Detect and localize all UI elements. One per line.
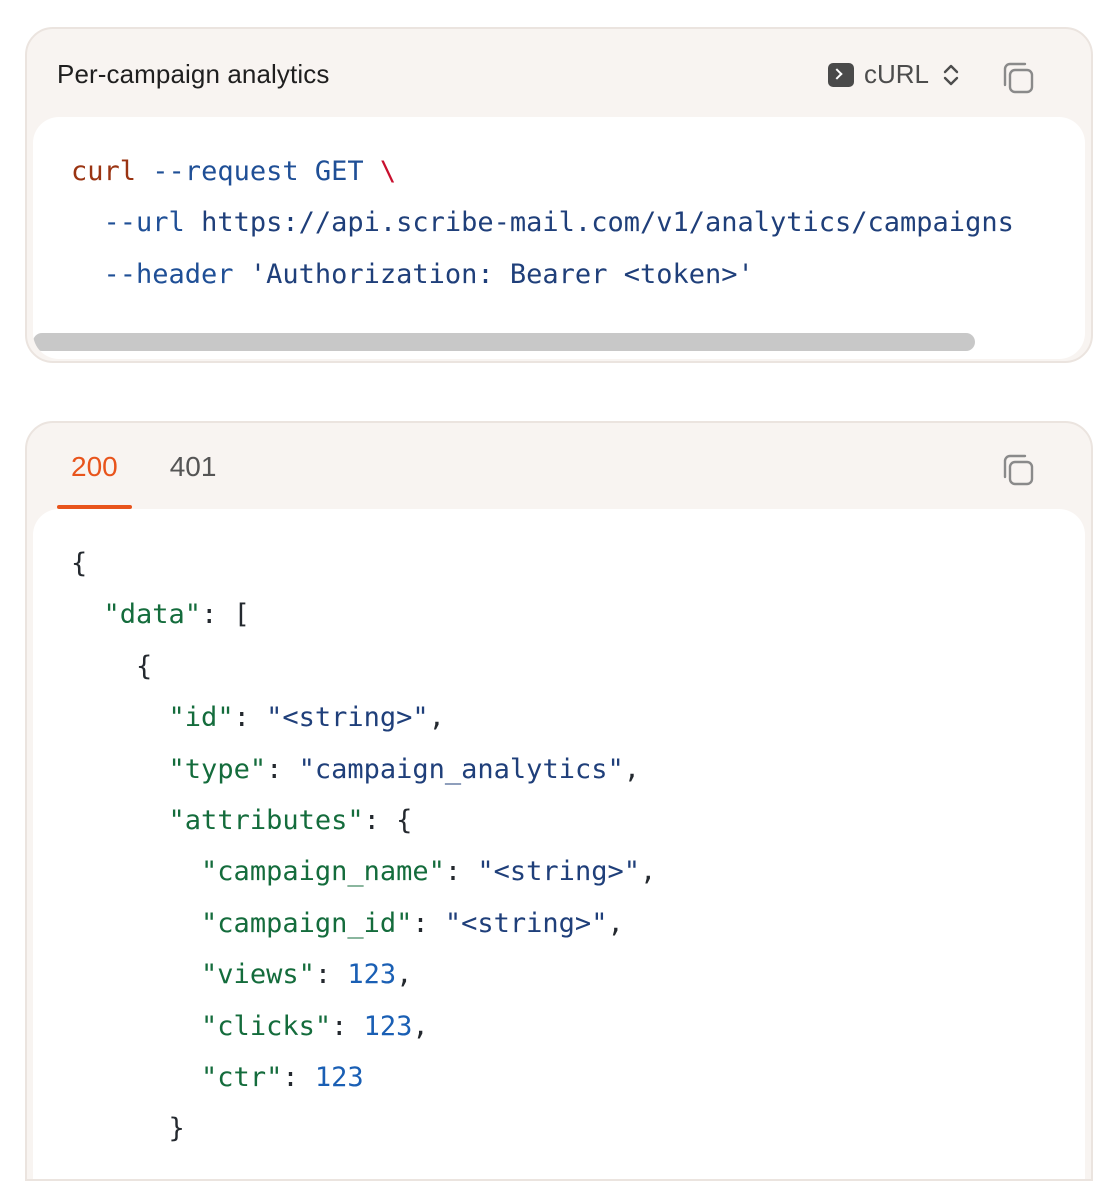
- copy-request-button[interactable]: [1001, 61, 1035, 95]
- code-token: "type": [168, 753, 267, 785]
- code-token: "ctr": [201, 1062, 283, 1094]
- code-token: "data": [103, 599, 202, 631]
- code-token: --url: [103, 207, 185, 239]
- code-token: }: [168, 1113, 185, 1145]
- code-token: "<string>": [266, 702, 429, 734]
- code-token: "campaign_analytics": [298, 753, 624, 785]
- response-code-block: { "data": [ { "id": "<string>", "type": …: [33, 509, 1085, 1179]
- code-token: "<string>": [477, 856, 640, 888]
- curl-code: curl --request GET \ --url https://api.s…: [71, 146, 1014, 300]
- horizontal-scrollbar[interactable]: [33, 333, 975, 351]
- response-status-tabs: 200 401: [57, 447, 231, 509]
- code-token: 123: [347, 959, 397, 991]
- copy-icon: [1003, 454, 1034, 486]
- code-token: {: [71, 548, 88, 579]
- response-code-card: 200 401 { "data": [ { "id": "<string>", …: [25, 421, 1093, 1181]
- tab-401[interactable]: 401: [156, 447, 231, 507]
- code-token: "campaign_id": [201, 907, 413, 939]
- code-token: https://api.scribe-mail.com/v1/analytics…: [201, 207, 1014, 239]
- code-token: --request: [152, 156, 299, 187]
- language-selector[interactable]: cURL: [827, 59, 963, 90]
- json-response-code: { "data": [ { "id": "<string>", "type": …: [71, 548, 657, 1145]
- request-card-title: Per-campaign analytics: [57, 59, 330, 89]
- code-token: 123: [314, 1062, 364, 1094]
- code-token: "<string>": [444, 907, 608, 939]
- copy-response-button[interactable]: [1001, 453, 1035, 487]
- code-token: {: [396, 805, 413, 837]
- code-token: curl: [71, 156, 137, 187]
- terminal-icon: [827, 62, 854, 87]
- request-card-header: Per-campaign analytics cURL: [27, 29, 1091, 117]
- request-code-block: curl --request GET \ --url https://api.s…: [33, 117, 1085, 359]
- code-token: "attributes": [168, 805, 364, 837]
- language-selector-label: cURL: [863, 59, 929, 89]
- code-token: \: [379, 156, 397, 187]
- code-token: [: [233, 599, 250, 631]
- code-token: --header: [103, 258, 234, 290]
- code-token: 'Authorization: Bearer <token>': [249, 258, 754, 290]
- code-token: {: [136, 650, 153, 682]
- request-code-card: Per-campaign analytics cURL curl --reque…: [25, 27, 1093, 363]
- copy-icon: [1003, 62, 1034, 94]
- code-token: "id": [168, 702, 234, 734]
- tab-200[interactable]: 200: [57, 447, 132, 509]
- chevron-up-down-icon: [939, 61, 963, 89]
- code-token: "campaign_name": [201, 856, 445, 888]
- code-token: GET: [314, 156, 364, 187]
- code-token: "views": [201, 959, 315, 991]
- code-token: 123: [363, 1010, 413, 1042]
- code-token: "clicks": [201, 1010, 332, 1042]
- response-card-header: 200 401: [27, 423, 1091, 511]
